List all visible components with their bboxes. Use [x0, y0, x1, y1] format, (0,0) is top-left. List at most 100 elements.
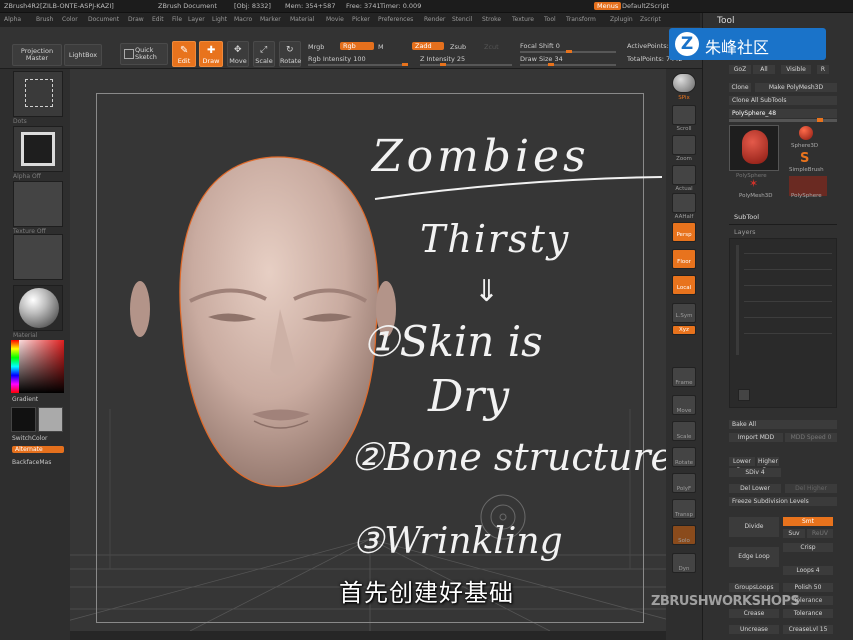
focal-shift-slider[interactable]: Focal Shift 0: [520, 42, 560, 50]
del-lower-button[interactable]: Del Lower: [729, 484, 781, 493]
goz-button[interactable]: GoZ: [729, 65, 751, 74]
suv-toggle[interactable]: Suv: [783, 529, 805, 538]
z-intensity-track[interactable]: [420, 64, 512, 66]
zcut-toggle[interactable]: Zcut: [484, 43, 499, 51]
hue-strip[interactable]: [11, 340, 19, 393]
zoom-button[interactable]: [672, 135, 696, 155]
menu-transform[interactable]: Transform: [566, 16, 596, 23]
menu-marker[interactable]: Marker: [260, 16, 281, 23]
rgb-intensity-track[interactable]: [308, 64, 408, 66]
subtool-header[interactable]: SubTool: [734, 213, 759, 221]
current-tool-name[interactable]: PolySphere_48: [729, 109, 837, 118]
edge-loop-button[interactable]: Edge Loop: [729, 547, 779, 567]
menu-preferences[interactable]: Preferences: [378, 16, 413, 23]
focal-shift-knob[interactable]: [566, 50, 572, 53]
polymesh3d-icon[interactable]: ✶: [749, 177, 758, 190]
higher-res-button[interactable]: Higher Res: [757, 457, 779, 474]
z-intensity-knob[interactable]: [440, 63, 446, 66]
lightbox-button[interactable]: LightBox: [64, 44, 102, 66]
stroke-thumbnail[interactable]: [13, 71, 63, 117]
canvas[interactable]: Zombies Thirsty ⇓ ①Skin is Dry ②Bone str…: [70, 69, 666, 631]
simplebrush-icon[interactable]: S: [800, 151, 809, 166]
menu-light[interactable]: Light: [212, 16, 227, 23]
projection-master-button[interactable]: Projection Master: [12, 44, 62, 66]
menu-brush[interactable]: Brush: [36, 16, 53, 23]
draw-size-knob[interactable]: [548, 63, 554, 66]
layer-new-icon[interactable]: [738, 389, 750, 401]
scroll-button[interactable]: [672, 105, 696, 125]
crease-tolerance-slider[interactable]: Tolerance: [783, 609, 833, 618]
main-color-swatch[interactable]: [11, 407, 36, 432]
menu-alpha[interactable]: Alpha: [4, 16, 21, 23]
uncrease-button[interactable]: Uncrease: [729, 625, 779, 634]
material-thumbnail[interactable]: [13, 285, 63, 331]
rgb-intensity-slider[interactable]: Rgb Intensity 100: [308, 55, 366, 63]
r-button[interactable]: R: [817, 65, 829, 74]
clone-button[interactable]: Clone: [729, 83, 751, 92]
rgb-toggle[interactable]: Rgb: [340, 42, 374, 50]
tool-slider-knob[interactable]: [817, 118, 823, 122]
menu-zscript[interactable]: Zscript: [640, 16, 661, 23]
menu-document[interactable]: Document: [88, 16, 119, 23]
tool-thumbnail-main[interactable]: [729, 125, 779, 171]
clone-all-subtools-button[interactable]: Clone All SubTools: [729, 96, 837, 105]
menu-macro[interactable]: Macro: [234, 16, 252, 23]
menu-layer[interactable]: Layer: [188, 16, 205, 23]
lower-res-button[interactable]: Lower Res: [729, 457, 755, 474]
edit-button[interactable]: ✎ Edit: [172, 41, 196, 67]
z-intensity-slider[interactable]: Z Intensity 25: [420, 55, 465, 63]
visible-button[interactable]: Visible: [781, 65, 811, 74]
menu-picker[interactable]: Picker: [352, 16, 370, 23]
layers-header[interactable]: Layers: [734, 228, 756, 236]
scale-button[interactable]: ⤢ Scale: [253, 41, 275, 67]
rgb-intensity-knob[interactable]: [402, 63, 408, 66]
freeze-subdivision-button[interactable]: Freeze Subdivision Levels: [729, 497, 837, 506]
bake-all-button[interactable]: Bake All: [729, 420, 837, 429]
draw-button[interactable]: ✚ Draw: [199, 41, 223, 67]
switchcolor-button[interactable]: SwitchColor: [12, 435, 48, 442]
smt-toggle[interactable]: Smt: [783, 517, 833, 526]
rotate-button[interactable]: ↻ Rotate: [279, 41, 301, 67]
menu-file[interactable]: File: [172, 16, 182, 23]
menu-zplugin[interactable]: Zplugin: [610, 16, 633, 23]
reuv-toggle[interactable]: ReUV: [807, 529, 833, 538]
menu-edit[interactable]: Edit: [152, 16, 164, 23]
zadd-toggle[interactable]: Zadd: [412, 42, 444, 50]
quick-sketch-button[interactable]: Quick Sketch: [120, 43, 168, 65]
mdd-speed-slider[interactable]: MDD Speed 0: [785, 433, 837, 442]
menu-tool[interactable]: Tool: [544, 16, 556, 23]
del-higher-button[interactable]: Del Higher: [785, 484, 837, 493]
menu-draw[interactable]: Draw: [128, 16, 144, 23]
draw-size-track[interactable]: [520, 64, 616, 66]
menu-render[interactable]: Render: [424, 16, 445, 23]
material-thumbnail-blank[interactable]: [13, 234, 63, 280]
menu-movie[interactable]: Movie: [326, 16, 344, 23]
menu-material[interactable]: Material: [290, 16, 314, 23]
layers-list[interactable]: [729, 238, 837, 408]
divide-button[interactable]: Divide: [729, 517, 779, 537]
menus-toggle[interactable]: Menus: [594, 2, 622, 10]
alternate-button[interactable]: Alternate: [12, 446, 64, 453]
move-button[interactable]: ✥ Move: [227, 41, 249, 67]
texture-thumbnail[interactable]: [13, 181, 63, 227]
menu-stencil[interactable]: Stencil: [452, 16, 472, 23]
sphere3d-icon[interactable]: [799, 126, 813, 140]
aahalf-button[interactable]: [672, 193, 696, 213]
sdiv-slider[interactable]: SDiv 4: [729, 468, 781, 477]
goz-all-button[interactable]: All: [753, 65, 775, 74]
import-mdd-button[interactable]: Import MDD: [729, 433, 783, 442]
menu-texture[interactable]: Texture: [512, 16, 534, 23]
mrgb-toggle[interactable]: Mrgb: [308, 43, 324, 51]
menu-color[interactable]: Color: [62, 16, 78, 23]
default-zscript[interactable]: DefaultZScript: [622, 2, 669, 10]
secondary-color-swatch[interactable]: [38, 407, 63, 432]
layers-scrollbar[interactable]: [736, 245, 739, 355]
backfacemask-button[interactable]: BackfaceMas: [12, 459, 51, 466]
actual-button[interactable]: [672, 165, 696, 185]
alpha-thumbnail[interactable]: [13, 126, 63, 172]
m-toggle[interactable]: M: [378, 43, 384, 51]
crease-button[interactable]: Crease: [729, 609, 779, 618]
menu-stroke[interactable]: Stroke: [482, 16, 501, 23]
zsub-toggle[interactable]: Zsub: [450, 43, 466, 51]
crisp-toggle[interactable]: Crisp: [783, 543, 833, 552]
